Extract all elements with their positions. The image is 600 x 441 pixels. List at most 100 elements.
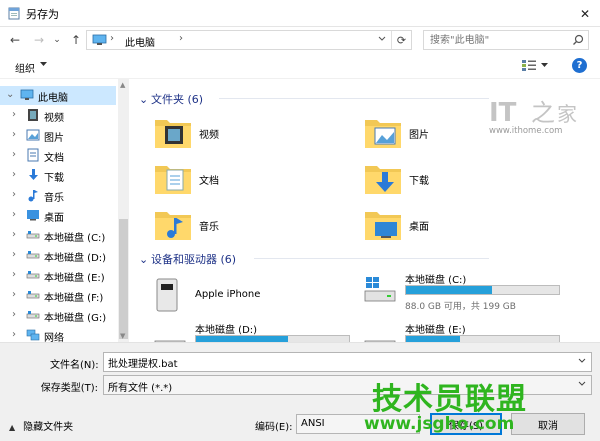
sidebar-item[interactable]: › 本地磁盘 (E:) bbox=[0, 266, 116, 285]
recent-locations-button[interactable]: ⌄ bbox=[51, 31, 63, 49]
filename-field[interactable] bbox=[103, 352, 592, 372]
sidebar-item-label: 网络 bbox=[44, 333, 64, 342]
dropdown-arrow-icon[interactable] bbox=[40, 62, 47, 67]
sidebar-item[interactable]: › 本地磁盘 (C:) bbox=[0, 226, 116, 245]
sidebar-item[interactable]: › 本地磁盘 (F:) bbox=[0, 286, 116, 305]
drive-icon bbox=[26, 271, 40, 279]
encoding-value: ANSI bbox=[301, 418, 325, 429]
sidebar-item-label: 桌面 bbox=[44, 213, 64, 224]
notepad-icon bbox=[8, 7, 20, 20]
filename-input[interactable] bbox=[104, 353, 591, 371]
hide-folders-toggle[interactable]: ▲ 隐藏文件夹 bbox=[9, 418, 73, 433]
sidebar-item[interactable]: ⌄ 此电脑 bbox=[0, 86, 116, 105]
pictures-icon bbox=[26, 129, 40, 141]
breadcrumb-this-pc[interactable]: 此电脑 bbox=[125, 34, 155, 49]
sidebar-item-label: 本地磁盘 (G:) bbox=[44, 313, 107, 324]
folder-label: 文档 bbox=[199, 176, 219, 187]
sidebar-item[interactable]: › 下载 bbox=[0, 166, 116, 185]
chevron-right-icon[interactable]: › bbox=[12, 249, 16, 260]
back-button[interactable]: ← bbox=[6, 31, 24, 49]
sidebar-item-label: 本地磁盘 (D:) bbox=[44, 253, 107, 264]
drive-icon bbox=[26, 291, 40, 299]
drive-icon bbox=[26, 231, 40, 239]
sidebar-item[interactable]: › 桌面 bbox=[0, 206, 116, 225]
devices-group-header[interactable]: ⌄ 设备和驱动器 (6) bbox=[139, 251, 489, 267]
close-button[interactable]: ✕ bbox=[570, 0, 600, 27]
sidebar-item[interactable]: › 音乐 bbox=[0, 186, 116, 205]
sidebar-item[interactable]: › 视频 bbox=[0, 106, 116, 125]
sidebar-item[interactable]: › 文档 bbox=[0, 146, 116, 165]
chevron-right-icon[interactable]: › bbox=[12, 209, 16, 220]
address-bar[interactable]: › 此电脑 › ⟳ bbox=[86, 30, 412, 50]
navigation-pane[interactable]: ⌄ 此电脑 › 视频 › 图片 › 文档 › 下载 › 音乐 › 桌面 › 本地磁盘 (C:) › 本地磁盘 (D… bbox=[0, 86, 118, 342]
download-icon bbox=[29, 169, 38, 180]
device-item[interactable]: 本地磁盘 (D:) bbox=[153, 321, 363, 342]
drive-free-space: 88.0 GB 可用，共 199 GB bbox=[405, 302, 516, 312]
folder-label: 桌面 bbox=[409, 222, 429, 233]
sidebar-item[interactable]: › 本地磁盘 (G:) bbox=[0, 306, 116, 325]
chevron-right-icon[interactable]: › bbox=[12, 129, 16, 140]
chevron-right-icon[interactable]: › bbox=[12, 229, 16, 240]
scrollbar-thumb[interactable] bbox=[119, 219, 128, 339]
chevron-down-icon[interactable]: ⌄ bbox=[6, 89, 14, 100]
chevron-down-icon[interactable] bbox=[378, 36, 386, 42]
chevron-right-icon[interactable]: › bbox=[12, 329, 16, 340]
chevron-right-icon[interactable]: › bbox=[12, 289, 16, 300]
scroll-up-icon[interactable]: ▲ bbox=[120, 81, 125, 89]
sidebar-item[interactable]: › 图片 bbox=[0, 126, 116, 145]
chevron-down-icon[interactable] bbox=[578, 358, 586, 364]
folder-item[interactable]: 视频 bbox=[153, 114, 353, 154]
window-title: 另存为 bbox=[26, 8, 59, 21]
chevron-down-icon[interactable] bbox=[578, 381, 586, 387]
vertical-scrollbar[interactable]: ▲ ▼ bbox=[118, 79, 129, 342]
forward-button[interactable]: → bbox=[30, 31, 48, 49]
command-bar: 组织 ? bbox=[0, 53, 600, 79]
chevron-right-icon[interactable]: › bbox=[12, 189, 16, 200]
breadcrumb-separator[interactable]: › bbox=[179, 33, 183, 44]
folder-label: 视频 bbox=[199, 130, 219, 141]
refresh-button[interactable]: ⟳ bbox=[391, 31, 411, 49]
sidebar-item[interactable]: › 本地磁盘 (D:) bbox=[0, 246, 116, 265]
device-item[interactable]: Apple iPhone bbox=[153, 277, 363, 319]
up-button[interactable]: ↑ bbox=[67, 31, 85, 49]
view-options-icon[interactable] bbox=[521, 59, 537, 72]
folders-group-header[interactable]: ⌄ 文件夹 (6) bbox=[139, 91, 489, 107]
organize-button[interactable]: 组织 bbox=[15, 60, 35, 75]
group-divider bbox=[219, 98, 489, 99]
folder-item[interactable]: 桌面 bbox=[363, 206, 563, 246]
search-icon[interactable] bbox=[572, 34, 584, 46]
drive-usage-bar bbox=[405, 285, 560, 295]
ithome-logo: IT 之 家 bbox=[489, 98, 577, 128]
search-box[interactable] bbox=[423, 30, 589, 50]
documents-icon bbox=[27, 148, 39, 162]
video-icon bbox=[28, 109, 38, 121]
device-item[interactable]: 本地磁盘 (E:) bbox=[363, 321, 573, 342]
ithome-url-watermark: www.ithome.com bbox=[489, 126, 563, 136]
sidebar-item[interactable]: › 网络 bbox=[0, 326, 116, 342]
sidebar-item-label: 音乐 bbox=[44, 193, 64, 204]
scroll-down-icon[interactable]: ▼ bbox=[120, 332, 125, 340]
chevron-right-icon[interactable]: › bbox=[12, 109, 16, 120]
chevron-right-icon[interactable]: › bbox=[12, 149, 16, 160]
help-button[interactable]: ? bbox=[572, 58, 587, 73]
group-divider bbox=[254, 258, 489, 259]
chevron-right-icon[interactable]: › bbox=[12, 169, 16, 180]
sidebar-item-label: 视频 bbox=[44, 113, 64, 124]
device-item[interactable]: 本地磁盘 (C:) 88.0 GB 可用，共 199 GB bbox=[363, 271, 573, 313]
jsgho-watermark: 技术员联盟 bbox=[372, 382, 527, 417]
video-folder-icon bbox=[155, 120, 191, 148]
drive-usage-bar bbox=[195, 335, 350, 342]
folder-item[interactable]: 文档 bbox=[153, 160, 353, 200]
dropdown-arrow-icon[interactable] bbox=[541, 63, 548, 68]
folder-item[interactable]: 下载 bbox=[363, 160, 563, 200]
folder-item[interactable]: 音乐 bbox=[153, 206, 353, 246]
back-arrow-icon: ← bbox=[9, 33, 21, 47]
network-icon bbox=[26, 329, 40, 341]
chevron-right-icon[interactable]: › bbox=[12, 269, 16, 280]
file-type-label: 保存类型(T): bbox=[40, 383, 98, 394]
caret-up-icon: ▲ bbox=[9, 423, 16, 432]
title-bar: 另存为 ✕ bbox=[0, 0, 600, 27]
sidebar-item-label: 此电脑 bbox=[38, 93, 68, 104]
search-input[interactable] bbox=[424, 31, 564, 49]
chevron-right-icon[interactable]: › bbox=[12, 309, 16, 320]
